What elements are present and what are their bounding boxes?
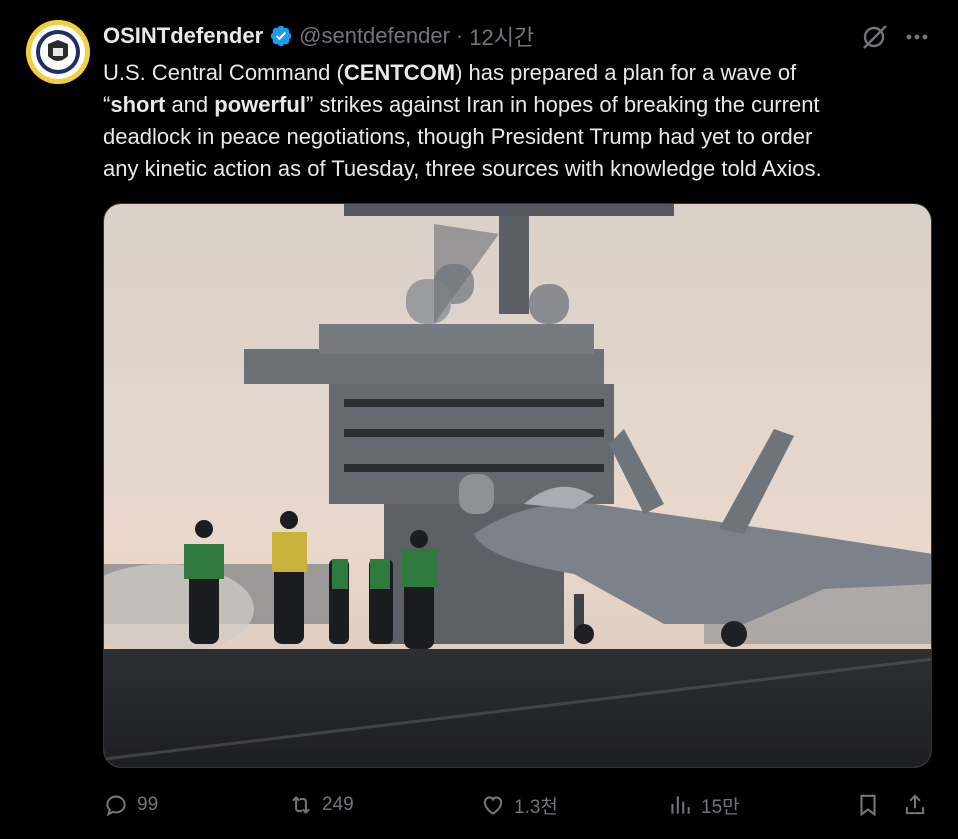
tweet: OSINTdefender @sentdefender · 12시간 U.S. … <box>0 0 958 839</box>
heart-icon <box>483 796 503 815</box>
action-bar: 99 249 1.3천 15만 <box>103 785 932 825</box>
grok-icon[interactable] <box>860 22 890 52</box>
reply-count: 99 <box>137 794 159 815</box>
timestamp[interactable]: 12시간 <box>469 20 534 52</box>
views-chart-icon <box>671 796 690 814</box>
tweet-media-image[interactable] <box>103 203 932 768</box>
like-button[interactable]: 1.3천 <box>480 785 558 825</box>
tweet-text-bold-segment: CENTCOM <box>343 60 456 85</box>
views-button[interactable]: 15만 <box>667 785 740 825</box>
tweet-text-bold-segment: short <box>110 92 166 117</box>
retweet-count: 249 <box>322 794 354 815</box>
tweet-text-segment: deadlock in peace negotiations, though P… <box>103 124 813 149</box>
tweet-text-segment: U.S. Central Command ( <box>103 60 344 85</box>
tweet-text-segment: any kinetic action as of Tuesday, three … <box>103 156 822 181</box>
tweet-text: U.S. Central Command (CENTCOM) has prepa… <box>103 57 933 185</box>
share-button[interactable] <box>902 785 928 825</box>
bookmark-icon <box>860 794 876 817</box>
display-name[interactable]: OSINTdefender <box>103 23 263 49</box>
like-count: 1.3천 <box>514 796 558 818</box>
reply-icon <box>106 795 126 817</box>
views-count: 15만 <box>701 796 740 818</box>
retweet-icon <box>292 795 310 815</box>
tweet-text-segment: ” strikes against Iran in hopes of break… <box>305 92 820 117</box>
bookmark-button[interactable] <box>855 785 881 825</box>
separator-dot: · <box>455 23 464 48</box>
tweet-header: OSINTdefender @sentdefender · 12시간 <box>103 20 534 52</box>
share-icon <box>905 794 925 815</box>
reply-button[interactable]: 99 <box>103 785 158 825</box>
tweet-text-segment: ) has prepared a plan for a wave of <box>455 60 797 85</box>
tweet-text-bold-segment: powerful <box>214 92 306 117</box>
handle[interactable]: @sentdefender <box>299 23 450 49</box>
retweet-button[interactable]: 249 <box>288 785 354 825</box>
more-options-icon[interactable] <box>900 22 934 52</box>
tweet-text-segment: and <box>165 92 215 117</box>
verified-badge-icon[interactable] <box>269 24 293 48</box>
avatar[interactable] <box>26 20 90 84</box>
